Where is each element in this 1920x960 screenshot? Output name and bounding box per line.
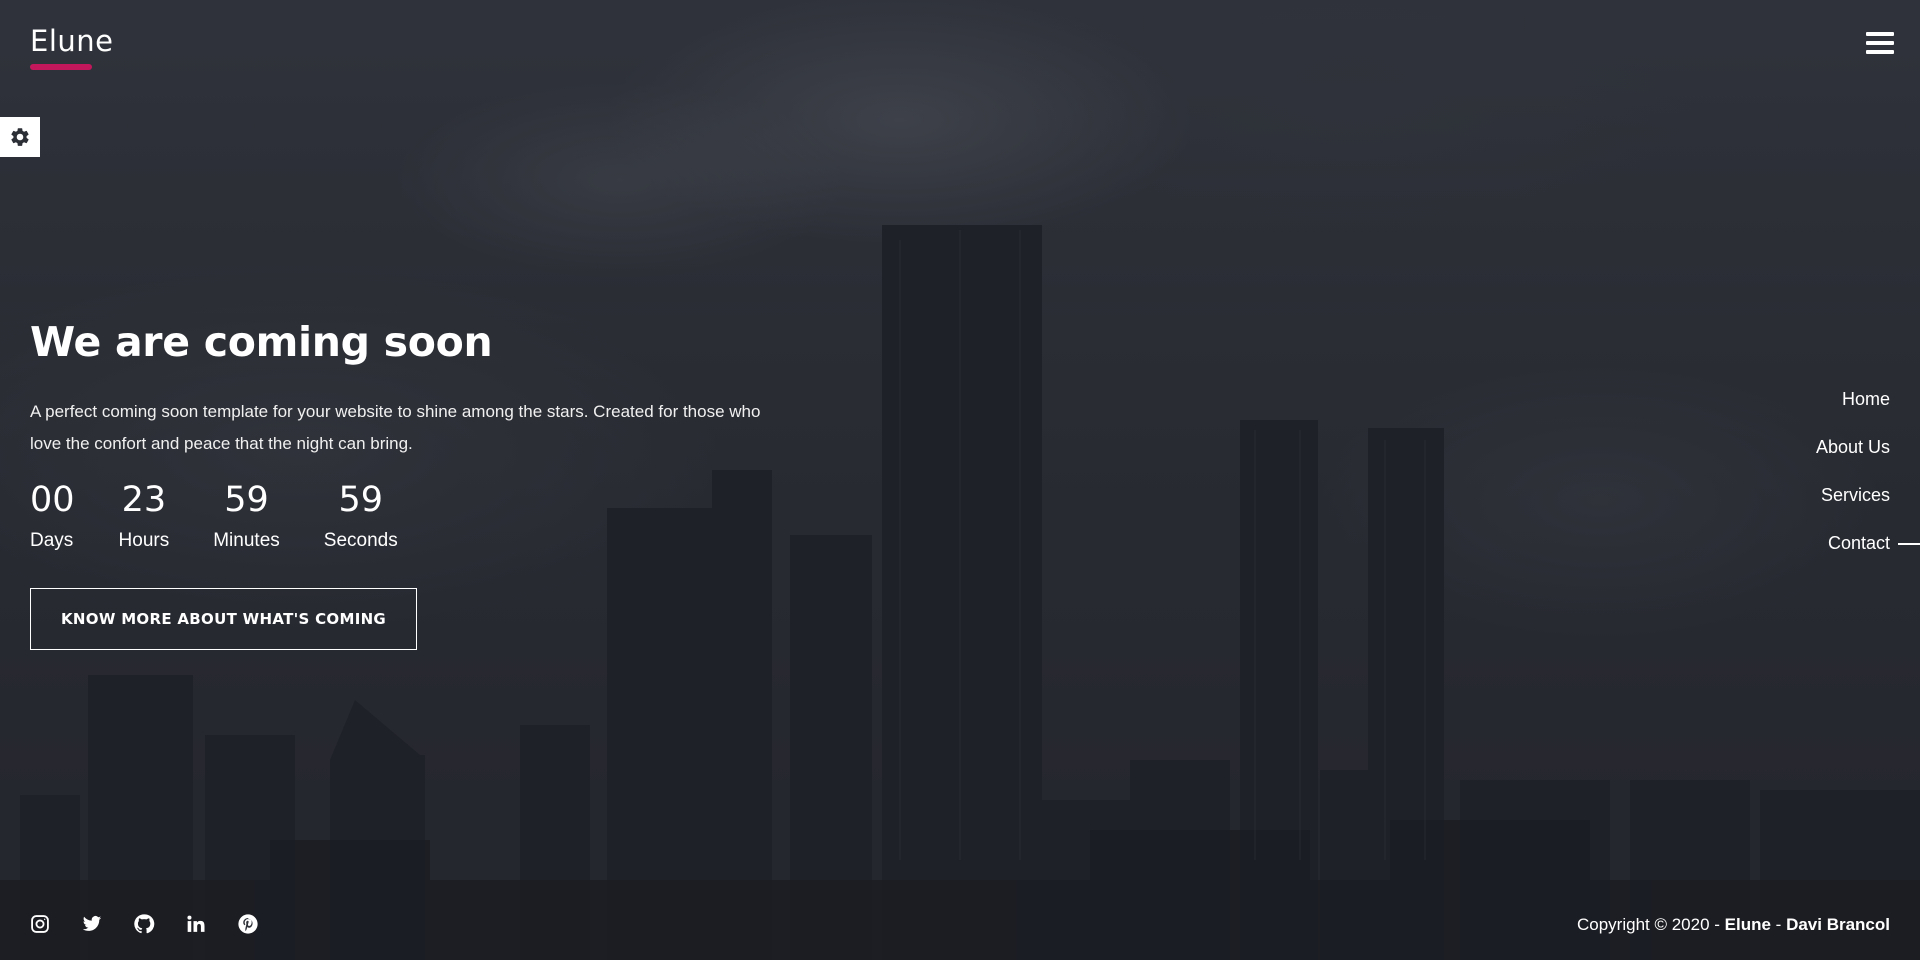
pinterest-icon[interactable]	[236, 912, 260, 936]
hamburger-menu-icon[interactable]	[1866, 32, 1894, 56]
copyright-brand[interactable]: Elune	[1725, 915, 1771, 934]
nav-item-home[interactable]: Home	[1816, 386, 1890, 434]
menu-bar	[1866, 41, 1894, 45]
nav-item-services[interactable]: Services	[1816, 482, 1890, 530]
hero-section: We are coming soon A perfect coming soon…	[30, 318, 830, 650]
hero-title: We are coming soon	[30, 318, 493, 366]
logo-text: Elune	[30, 24, 114, 58]
logo-underline	[30, 64, 92, 70]
countdown-label: Seconds	[323, 530, 398, 551]
know-more-button[interactable]: KNOW MORE ABOUT WHAT'S COMING	[30, 588, 418, 650]
social-links	[28, 912, 260, 936]
countdown-label: Minutes	[213, 530, 280, 551]
linkedin-icon[interactable]	[184, 912, 208, 936]
countdown: 00 Days 23 Hours 59 Minutes 59 Seconds	[30, 478, 830, 552]
twitter-icon[interactable]	[80, 912, 104, 936]
countdown-minutes: 59 Minutes	[213, 478, 280, 552]
nav-item-about-us[interactable]: About Us	[1816, 434, 1890, 482]
copyright-prefix: Copyright © 2020 -	[1577, 915, 1725, 934]
copyright: Copyright © 2020 - Elune - Davi Brancol	[1577, 915, 1890, 935]
countdown-value: 59	[224, 480, 269, 520]
countdown-value: 59	[338, 480, 384, 520]
copyright-author[interactable]: Davi Brancol	[1786, 915, 1890, 934]
logo[interactable]: Elune	[30, 24, 113, 70]
countdown-value: 00	[30, 480, 75, 520]
countdown-label: Days	[30, 530, 74, 551]
countdown-days: 00 Days	[30, 478, 75, 552]
github-icon[interactable]	[132, 912, 156, 936]
page-background: Elune We are coming soon A perfect comin…	[0, 0, 1920, 960]
nav-item-contact[interactable]: Contact	[1816, 530, 1920, 578]
copyright-separator: -	[1770, 915, 1787, 934]
countdown-seconds: 59 Seconds	[324, 478, 398, 552]
countdown-label: Hours	[118, 530, 170, 551]
countdown-value: 23	[121, 480, 167, 520]
countdown-hours: 23 Hours	[119, 478, 170, 552]
menu-bar	[1866, 32, 1894, 36]
gear-icon	[11, 128, 29, 146]
settings-button[interactable]	[0, 117, 40, 157]
hero-description: A perfect coming soon template for your …	[30, 402, 761, 453]
side-nav: Home About Us Services Contact	[1816, 386, 1920, 578]
instagram-icon[interactable]	[28, 912, 52, 936]
menu-bar	[1866, 50, 1894, 54]
